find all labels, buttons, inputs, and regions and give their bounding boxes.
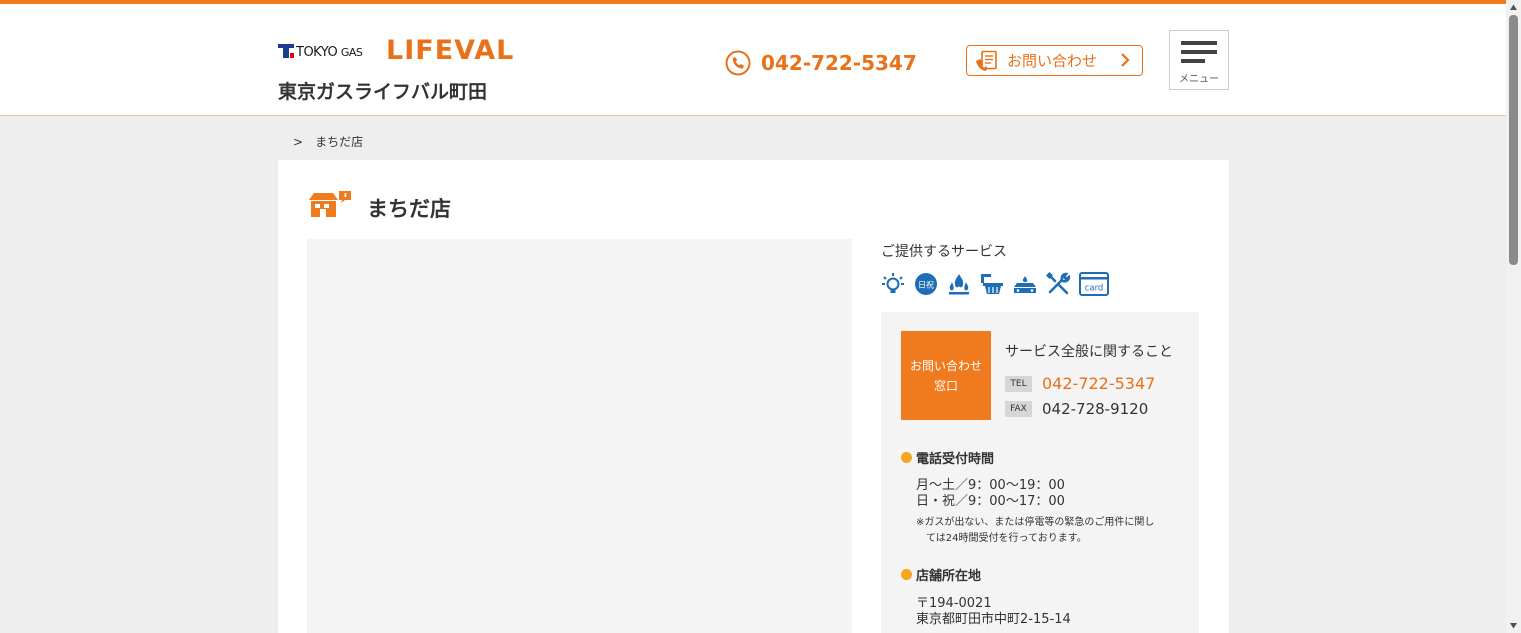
breadcrumb: > まちだ店 <box>293 133 363 150</box>
emergency-note-line2: ては24時間受付を行っております。 <box>926 533 1087 544</box>
contact-window-line1: お問い合わせ <box>909 358 982 373</box>
menu-button[interactable]: メニュー <box>1169 30 1229 90</box>
hours-heading: 電話受付時間 <box>901 448 994 467</box>
page-title: まちだ店 <box>367 197 451 221</box>
repair-tools-icon <box>1046 272 1070 295</box>
daily-life-icon: 日祝 <box>915 273 937 295</box>
header-phone-number: 042-722-5347 <box>761 51 917 75</box>
breadcrumb-separator: > <box>293 135 304 149</box>
contact-description: サービス全般に関すること <box>1005 344 1173 360</box>
fax-tag: FAX <box>1005 401 1032 417</box>
hours-text: 月〜土／9：00〜19：00 日・祝／9：00〜17：00 <box>916 478 1065 510</box>
breadcrumb-current: まちだ店 <box>315 135 364 149</box>
tel-row[interactable]: TEL 042-722-5347 <box>1005 374 1155 393</box>
card-icon: card <box>1079 272 1109 296</box>
contact-window-box: お問い合わせ 窓口 <box>901 331 991 420</box>
contact-button[interactable]: お問い合わせ <box>966 45 1143 76</box>
header-phone[interactable]: 042-722-5347 <box>725 48 917 78</box>
emergency-note: ※ガスが出ない、または停電等の緊急のご用件に関し ては24時間受付を行っておりま… <box>916 515 1186 547</box>
contact-window-line2: 窓口 <box>933 378 958 393</box>
menu-button-label: メニュー <box>1179 74 1219 85</box>
contact-form-icon <box>976 50 997 71</box>
tokyo-gas-wordmark: TOKYO GAS <box>296 45 363 60</box>
postal-code: 〒194-0021 <box>916 596 992 611</box>
lightbulb-icon <box>882 273 904 293</box>
contact-button-label: お問い合わせ <box>1007 52 1098 70</box>
phone-icon <box>725 50 751 76</box>
svg-text:日祝: 日祝 <box>918 280 934 290</box>
hours-weekday: 月〜土／9：00〜19：00 <box>916 478 1065 493</box>
store-name: 東京ガスライフバル町田 <box>278 81 488 103</box>
gas-stove-icon <box>1014 276 1036 293</box>
svg-text:card: card <box>1085 284 1104 294</box>
fax-number: 042-728-9120 <box>1042 400 1149 418</box>
bullet-dot-icon <box>901 452 912 463</box>
fax-row: FAX 042-728-9120 <box>1005 400 1148 418</box>
store-map[interactable] <box>307 239 852 633</box>
chevron-right-icon <box>1121 53 1130 67</box>
hours-holiday: 日・祝／9：00〜17：00 <box>916 494 1065 509</box>
tokyo-gas-mark-icon <box>278 44 294 58</box>
services-heading: ご提供するサービス <box>881 244 1007 260</box>
store-card: まちだ店 ご提供するサービス 日祝 card お問い合わせ 窓口 サービス全般に… <box>278 160 1229 633</box>
street-address: 東京都町田市中町2-15-14 <box>916 612 1071 627</box>
store-info-panel: お問い合わせ 窓口 サービス全般に関すること TEL 042-722-5347 … <box>881 312 1199 633</box>
tokyo-gas-lifeval-logo[interactable]: TOKYO GAS LIFEVAL <box>278 26 518 70</box>
bathroom-icon <box>981 274 1003 294</box>
lifeval-wordmark: LIFEVAL <box>386 35 515 66</box>
tel-number[interactable]: 042-722-5347 <box>1042 374 1155 393</box>
scroll-down-arrow-icon[interactable] <box>1509 621 1518 630</box>
address-text: 〒194-0021 東京都町田市中町2-15-14 <box>916 596 1071 628</box>
hamburger-menu-icon <box>1181 41 1217 63</box>
address-heading: 店舗所在地 <box>901 565 981 584</box>
shop-icon <box>309 191 351 217</box>
vertical-scrollbar[interactable] <box>1506 0 1521 633</box>
tel-tag: TEL <box>1005 375 1032 392</box>
scrollbar-thumb[interactable] <box>1509 15 1518 265</box>
scroll-up-arrow-icon[interactable] <box>1509 3 1518 12</box>
service-icons: 日祝 card <box>881 272 1118 296</box>
gas-flame-icon <box>949 274 969 295</box>
bullet-dot-icon <box>901 569 912 580</box>
site-header: TOKYO GAS LIFEVAL 東京ガスライフバル町田 042-722-53… <box>0 4 1506 116</box>
emergency-note-line1: ※ガスが出ない、または停電等の緊急のご用件に関し <box>916 517 1155 528</box>
